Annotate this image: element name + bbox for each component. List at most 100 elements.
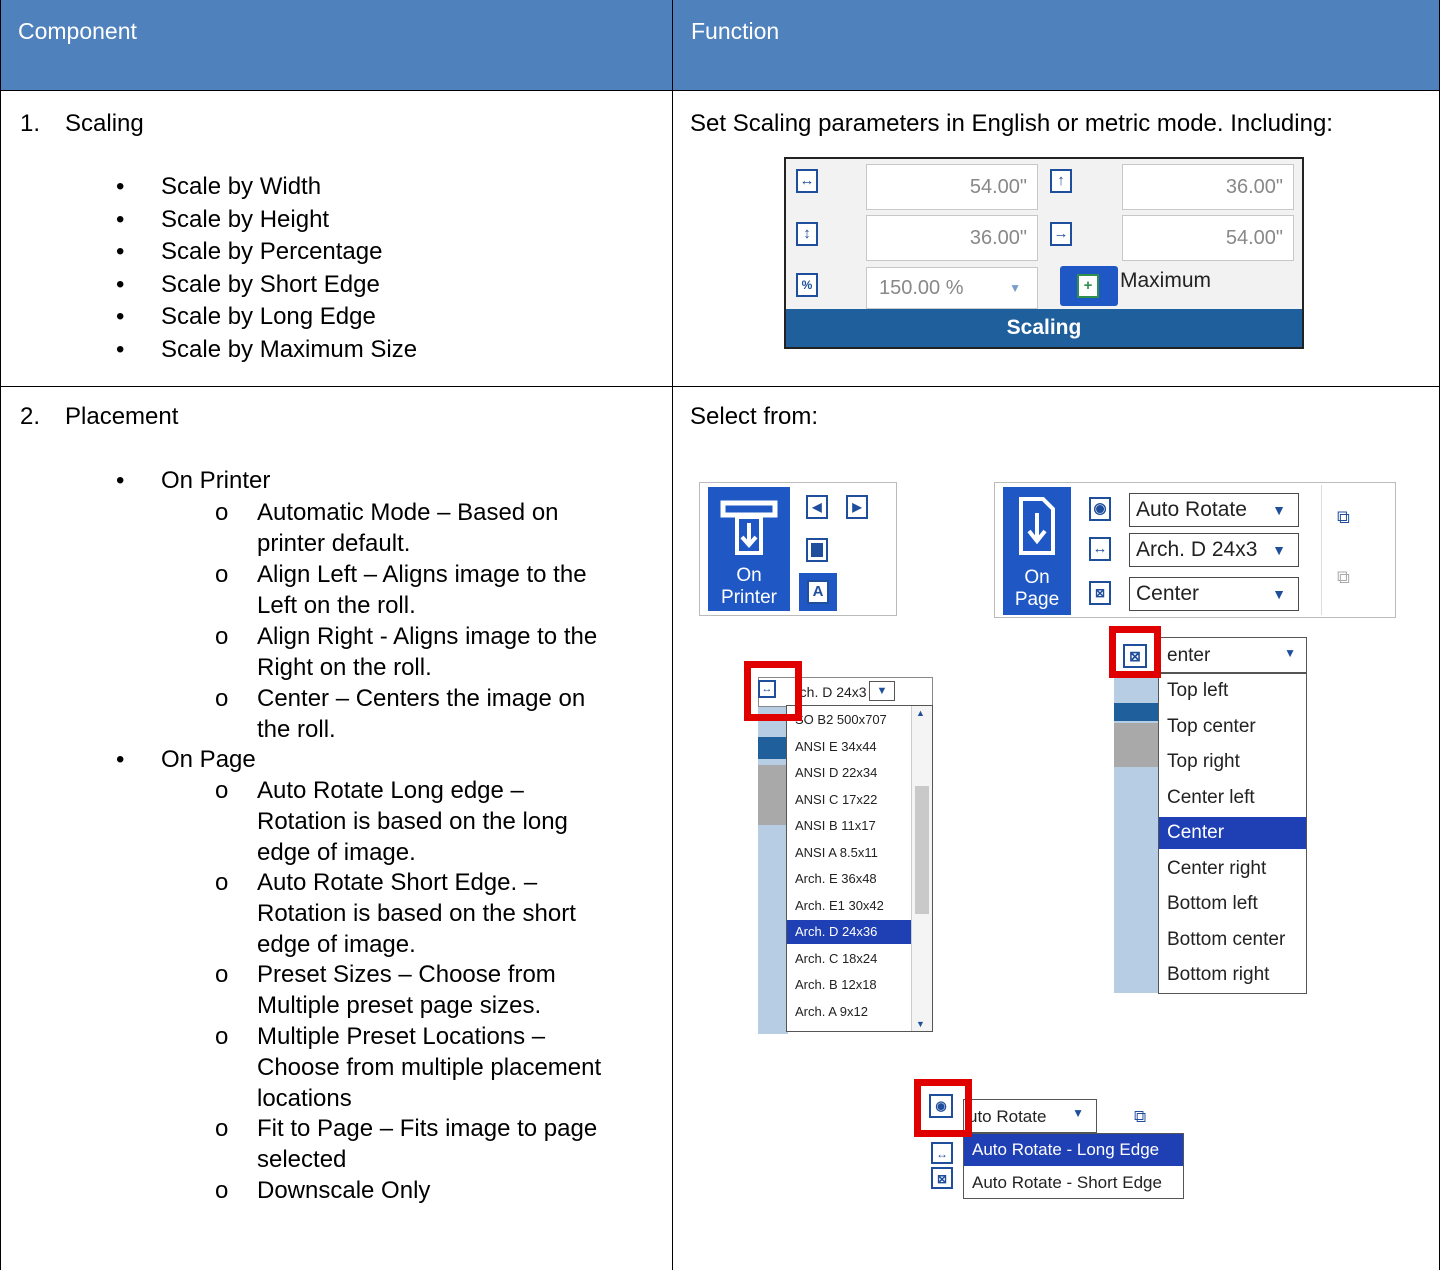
on-printer-button[interactable]: On Printer	[708, 487, 790, 611]
rotate-listbox: Auto Rotate - Long Edge Auto Rotate - Sho…	[963, 1133, 1184, 1199]
component-title-placement: Placement	[65, 403, 179, 430]
scale-long-edge-icon[interactable]: →	[1050, 222, 1072, 246]
page-size-option[interactable]: SO B2 500x707	[787, 708, 911, 732]
page-size-select[interactable]: Arch. D 24x3 ▼	[1129, 533, 1299, 567]
scale-maximum-button[interactable]: +	[1060, 266, 1118, 306]
scale-short-edge-icon[interactable]: ↑	[1050, 169, 1072, 193]
list-item: o Center – Centers the image on the roll.	[215, 685, 586, 743]
placement-function-text: Select from:	[690, 403, 819, 430]
page-size-option[interactable]: ANSI B 11x17	[787, 814, 911, 838]
align-right-icon[interactable]: ▶	[846, 495, 868, 519]
page-size-icon: ↔	[758, 680, 776, 698]
auto-align-button[interactable]: A	[799, 573, 837, 611]
rotate-dropdown-header[interactable]: uto Rotate ▼	[963, 1099, 1097, 1133]
placement-location-option[interactable]: Bottom left	[1159, 888, 1306, 920]
scaling-group-label: Scaling	[786, 309, 1302, 347]
placement-location-dropdown-screenshot: enter ▼ Top left Top center Top right Cente…	[1109, 626, 1307, 994]
page-size-option[interactable]: ANSI D 22x34	[787, 761, 911, 785]
page-size-option[interactable]: ANSI E 34x44	[787, 735, 911, 759]
placement-location-option[interactable]: Top left	[1159, 675, 1306, 707]
placement-location-listbox: Top left Top center Top right Center left Ce…	[1158, 673, 1307, 994]
placement-location-option[interactable]: Bottom center	[1159, 924, 1306, 956]
scale-long-edge-field[interactable]: 54.00"	[1122, 215, 1294, 261]
scrollbar-thumb[interactable]	[915, 786, 929, 914]
page-size-option[interactable]: Arch. B 12x18	[787, 973, 911, 997]
table-border-left	[0, 0, 1, 1270]
list-item: Scale by Maximum Size	[161, 334, 417, 367]
header-function: Function	[673, 0, 1440, 90]
page-size-option[interactable]: Arch. A 9x12	[787, 1000, 911, 1024]
placement-location-option[interactable]: Top right	[1159, 746, 1306, 778]
list-item: Scale by Percentage	[161, 236, 417, 269]
scale-percent-value: 150.00 %	[879, 277, 964, 299]
placement-location-select[interactable]: Center ▼	[1129, 577, 1299, 611]
page-size-dropdown-screenshot: rch. D 24x3 ▼ ▲ ▼ SO B2 500x707 ANSI E 34…	[744, 661, 933, 1034]
placement-location-icon: ⊠	[1089, 581, 1111, 605]
scroll-up-icon[interactable]: ▲	[916, 708, 925, 718]
scaling-bullet-list: Scale by Width Scale by Height Scale by …	[161, 171, 417, 366]
chevron-down-icon: ▼	[1009, 281, 1021, 295]
placement-location-option[interactable]: Center	[1159, 817, 1306, 849]
page-size-dropdown-value: rch. D 24x3	[795, 684, 867, 700]
placement-location-icon: ⊠	[1123, 644, 1147, 668]
page-size-option[interactable]: Arch. E 36x48	[787, 867, 911, 891]
rotate-select[interactable]: Auto Rotate ▼	[1129, 493, 1299, 527]
row-number: 1.	[20, 110, 41, 137]
placement-location-option[interactable]: Center left	[1159, 782, 1306, 814]
page-size-options: SO B2 500x707 ANSI E 34x44 ANSI D 22x34 ANS…	[787, 706, 911, 1031]
scale-height-icon[interactable]: ↕	[796, 222, 818, 246]
downscale-icon[interactable]: ⧉	[1337, 567, 1350, 588]
align-left-icon[interactable]: ◀	[806, 495, 828, 519]
dropdown-backdrop	[758, 707, 788, 1034]
header-component: Component	[0, 0, 672, 90]
scroll-down-icon[interactable]: ▼	[916, 1019, 925, 1029]
page-icon	[1019, 497, 1055, 555]
align-center-icon[interactable]	[806, 538, 828, 562]
list-item: o Auto Rotate Short Edge. – Rotation is ba…	[215, 869, 576, 958]
fit-page-icon[interactable]: ⧉	[1134, 1107, 1146, 1127]
scale-width-icon[interactable]: ↔	[796, 169, 818, 193]
dropdown-backdrop	[1114, 673, 1160, 993]
page-size-icon: ↔	[931, 1142, 953, 1164]
chevron-down-icon: ▼	[869, 681, 895, 701]
page-size-option[interactable]: ANSI A 8.5x11	[787, 841, 911, 865]
fit-page-icon[interactable]: ⧉	[1337, 507, 1350, 528]
scale-maximum-label: Maximum	[1120, 269, 1212, 292]
list-item: o Auto Rotate Long edge – Rotation is base…	[215, 777, 568, 866]
listbox-scrollbar[interactable]: ▲ ▼	[911, 706, 932, 1031]
list-item: Scale by Long Edge	[161, 301, 417, 334]
list-item: Scale by Height	[161, 204, 417, 237]
list-item: o Align Right - Aligns image to the Right …	[215, 623, 598, 681]
chevron-down-icon: ▼	[1284, 646, 1296, 660]
page-size-option[interactable]: ANSI C 17x22	[787, 788, 911, 812]
scale-percent-icon[interactable]: %	[796, 273, 818, 297]
scaling-function-text: Set Scaling parameters in English or met…	[690, 110, 1333, 137]
on-printer-sub-list: o Automatic Mode – Based on printer defaul…	[215, 497, 657, 745]
placement-location-dropdown-header[interactable]: enter ▼	[1158, 637, 1307, 673]
placement-location-option[interactable]: Top center	[1159, 711, 1306, 743]
scale-width-field[interactable]: 54.00"	[866, 164, 1038, 210]
placement-group-on-page: On Page	[161, 746, 256, 773]
panel-divider	[1321, 485, 1322, 615]
placement-location-dropdown-value: enter	[1167, 645, 1211, 666]
on-printer-panel: On Printer ◀ ▶ A	[699, 482, 897, 616]
page-size-option[interactable]: Arch. E1 30x42	[787, 894, 911, 918]
scale-percent-select[interactable]: 150.00 % ▼	[866, 267, 1038, 309]
scale-short-edge-field[interactable]: 36.00"	[1122, 164, 1294, 210]
rotate-option[interactable]: Auto Rotate - Long Edge	[964, 1134, 1183, 1166]
scale-height-field[interactable]: 36.00"	[866, 215, 1038, 261]
placement-location-option[interactable]: Bottom right	[1159, 959, 1306, 991]
chevron-down-icon: ▼	[1272, 542, 1286, 558]
rotate-dropdown-value: uto Rotate	[968, 1107, 1047, 1126]
page-size-option[interactable]: Arch. D 24x36	[787, 920, 911, 944]
printer-icon	[720, 500, 778, 555]
page-size-option[interactable]: Arch. C 18x24	[787, 947, 911, 971]
bullet-glyph: •	[116, 746, 125, 773]
on-page-button[interactable]: On Page	[1003, 487, 1071, 615]
table-header-divider	[0, 90, 1440, 91]
list-item: o Align Left – Aligns image to the Left on…	[215, 561, 587, 619]
rotate-option[interactable]: Auto Rotate - Short Edge	[964, 1167, 1183, 1199]
on-page-sub-list: o Auto Rotate Long edge – Rotation is base…	[215, 775, 657, 1206]
chevron-down-icon: ▼	[1272, 502, 1286, 518]
placement-location-option[interactable]: Center right	[1159, 853, 1306, 885]
